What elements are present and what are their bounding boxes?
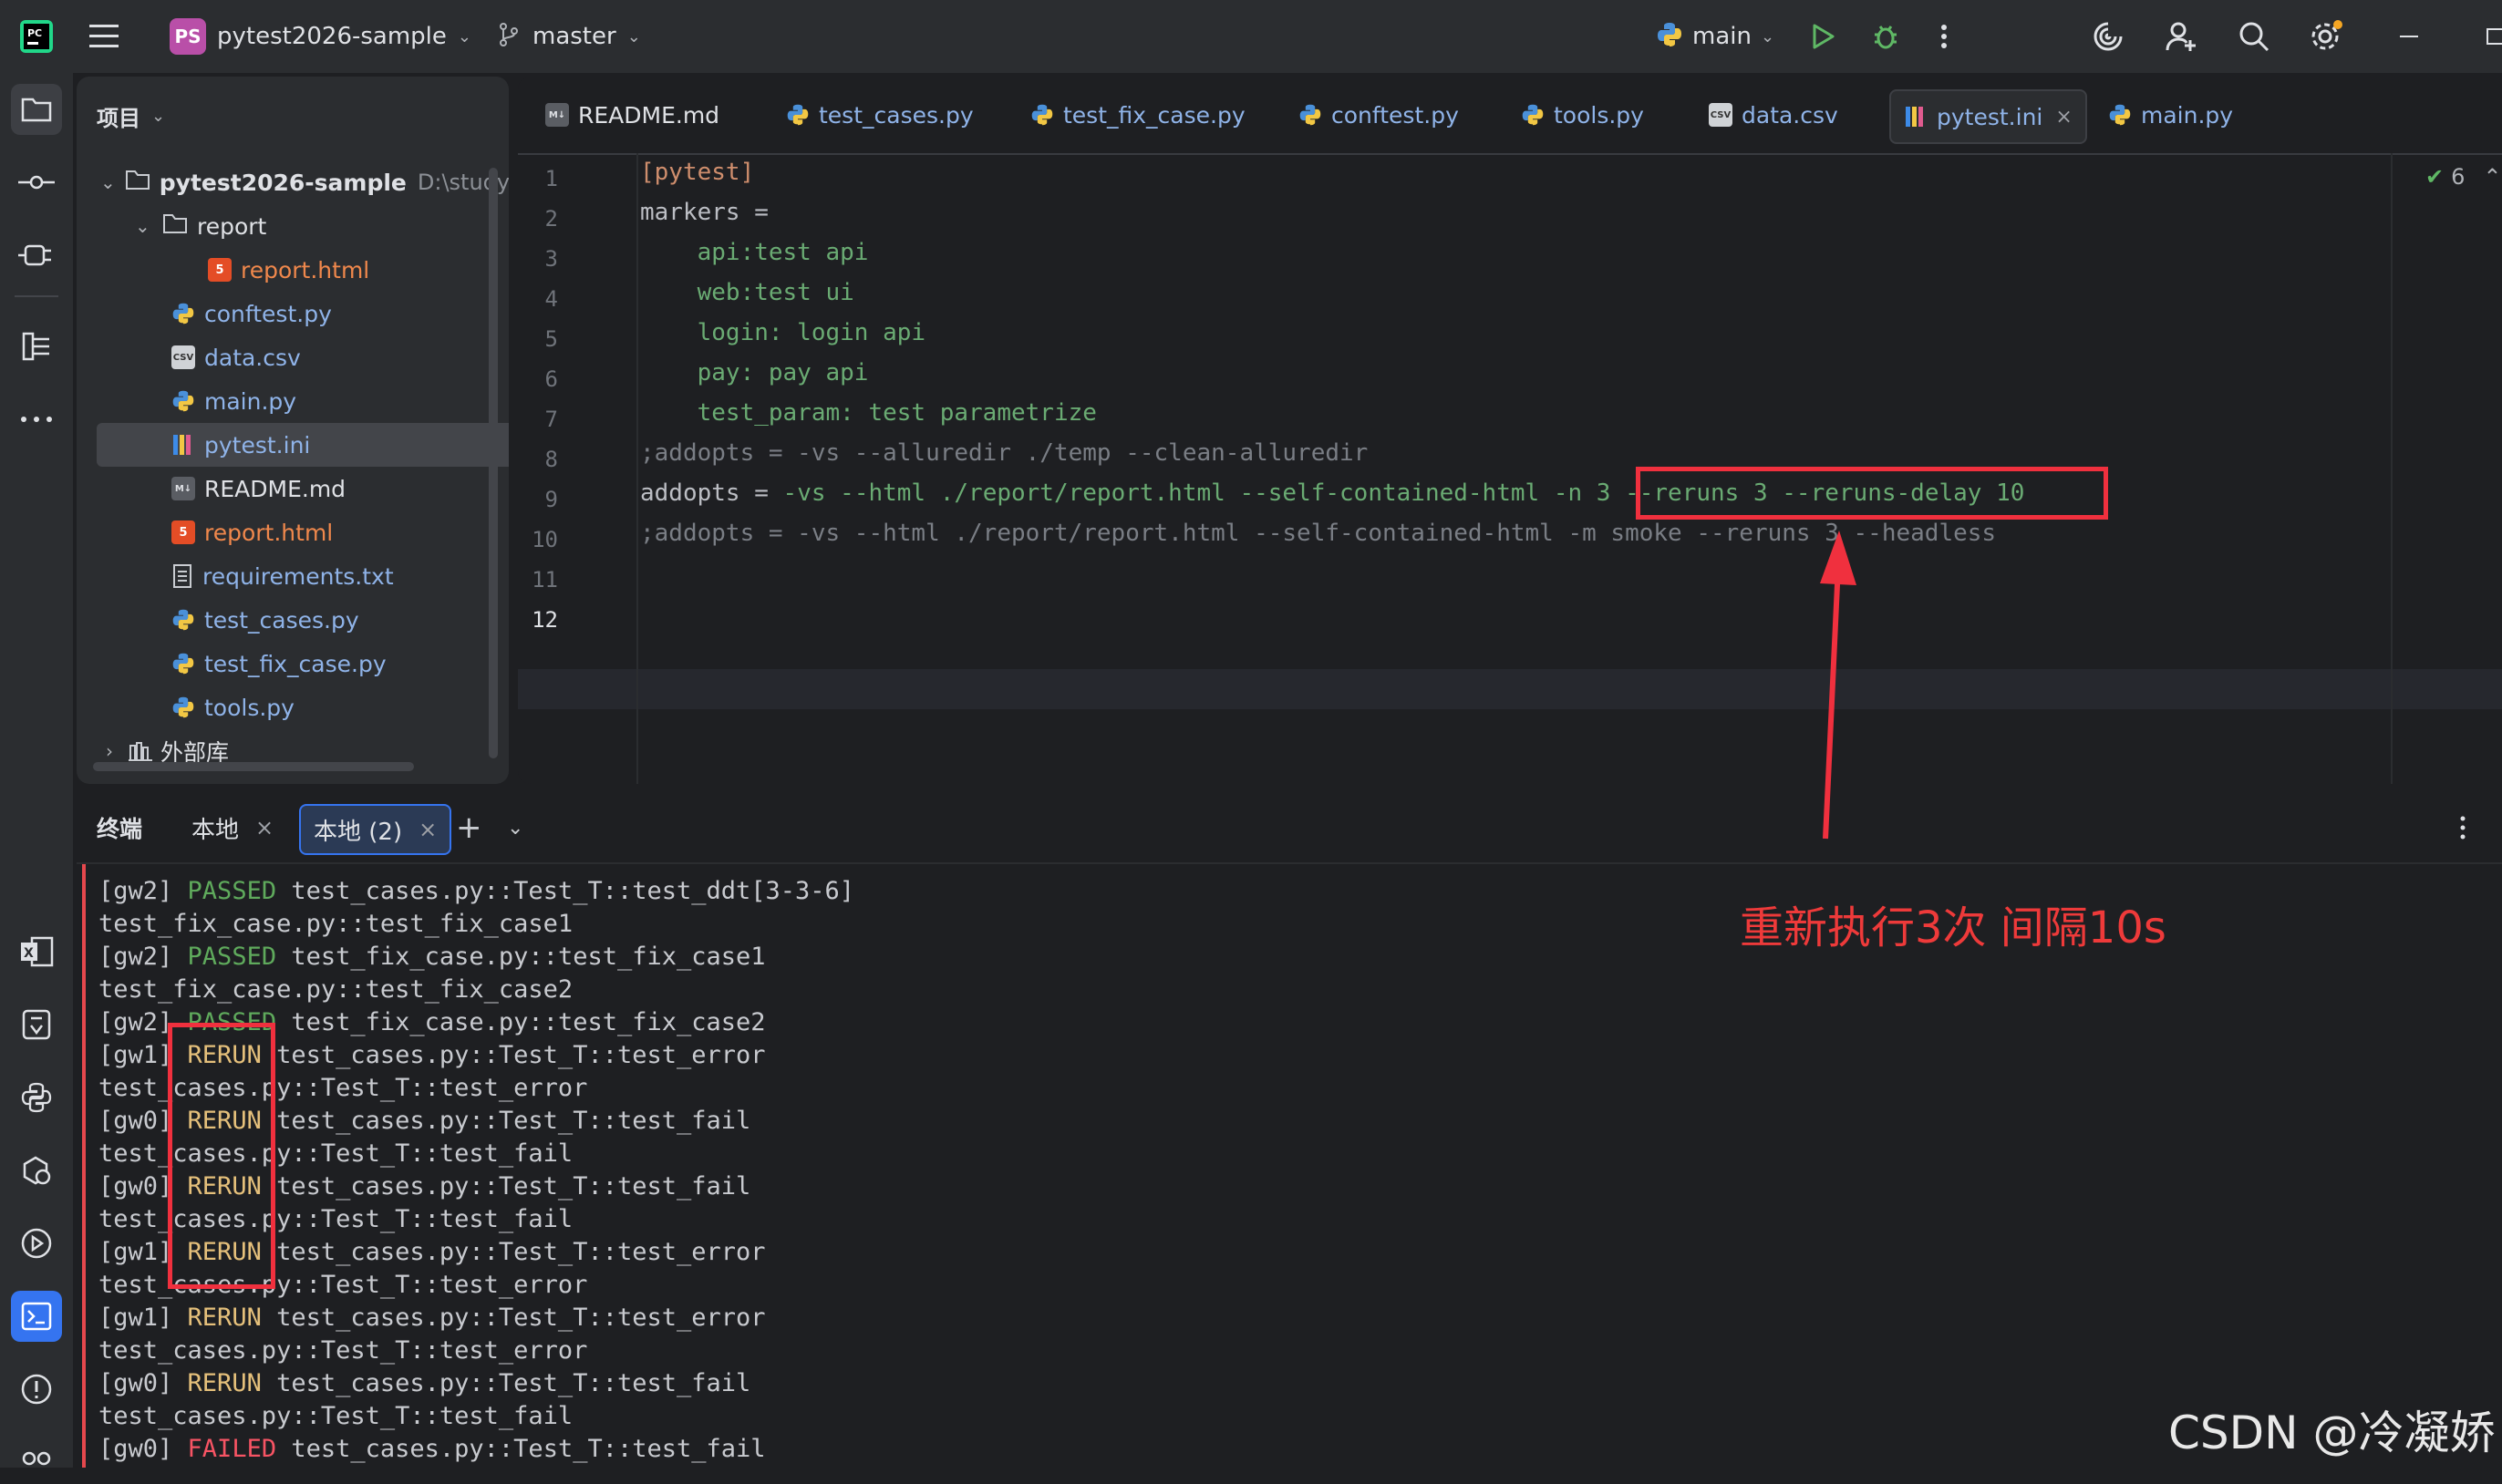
annotation-arrow [1820,531,1856,840]
watermark: CSDN @冷凝娇 [2168,1407,2496,1459]
annotation-note: 重新执行3次 间隔10s [1740,902,2166,953]
